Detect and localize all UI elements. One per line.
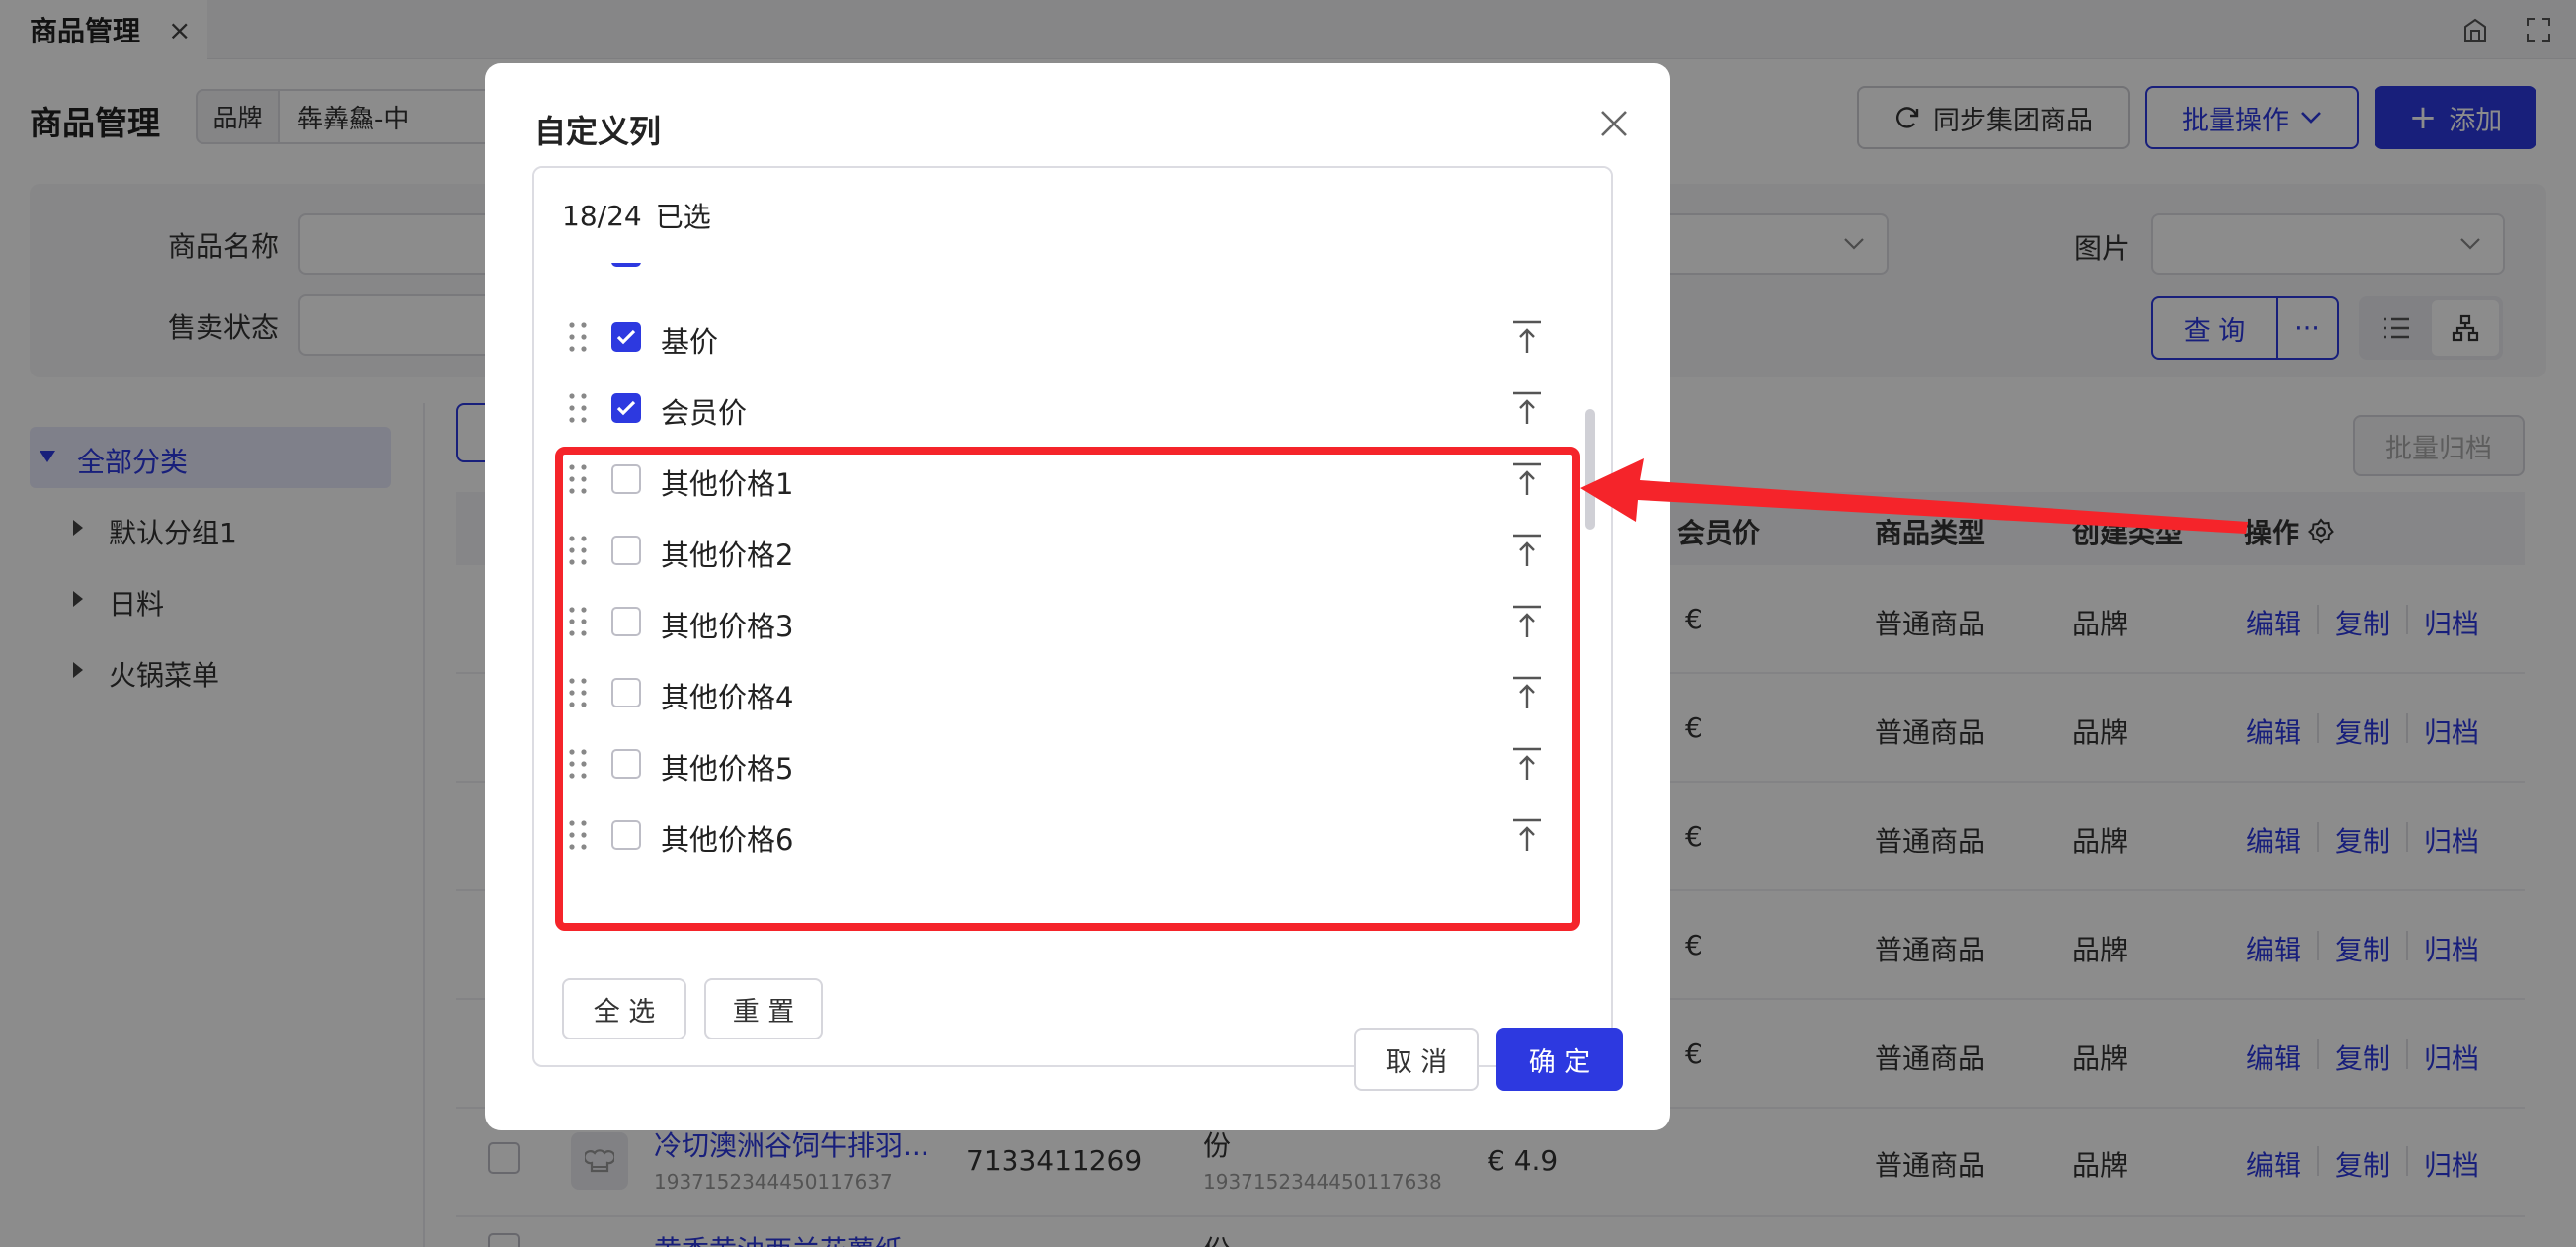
reset-button[interactable]: 重 置 <box>704 978 823 1039</box>
check-icon <box>616 329 636 345</box>
cancel-button[interactable]: 取 消 <box>1354 1028 1479 1091</box>
select-all-button[interactable]: 全 选 <box>562 978 686 1039</box>
drag-handle-icon[interactable] <box>568 321 588 353</box>
confirm-button[interactable]: 确 定 <box>1496 1028 1623 1091</box>
column-checkbox[interactable] <box>611 393 641 423</box>
drag-handle-icon[interactable] <box>568 392 588 424</box>
column-item-base-price[interactable]: 基价 <box>562 301 1550 373</box>
selected-label: 已选 <box>655 201 711 233</box>
pin-to-top-icon[interactable] <box>1510 390 1544 426</box>
selection-summary: 18/24 已选 <box>534 168 1611 263</box>
close-icon[interactable] <box>1591 101 1637 146</box>
column-label: 会员价 <box>661 396 748 430</box>
column-item-member-price[interactable]: 会员价 <box>562 373 1550 444</box>
selection-count: 18/24 <box>562 199 642 232</box>
check-icon <box>616 400 636 416</box>
column-label: 基价 <box>661 325 719 359</box>
annotation-highlight-box <box>555 447 1580 931</box>
column-checkbox[interactable] <box>611 322 641 352</box>
dialog-title: 自定义列 <box>534 113 662 150</box>
annotation-arrow <box>1580 458 2248 534</box>
pin-to-top-icon[interactable] <box>1510 319 1544 355</box>
